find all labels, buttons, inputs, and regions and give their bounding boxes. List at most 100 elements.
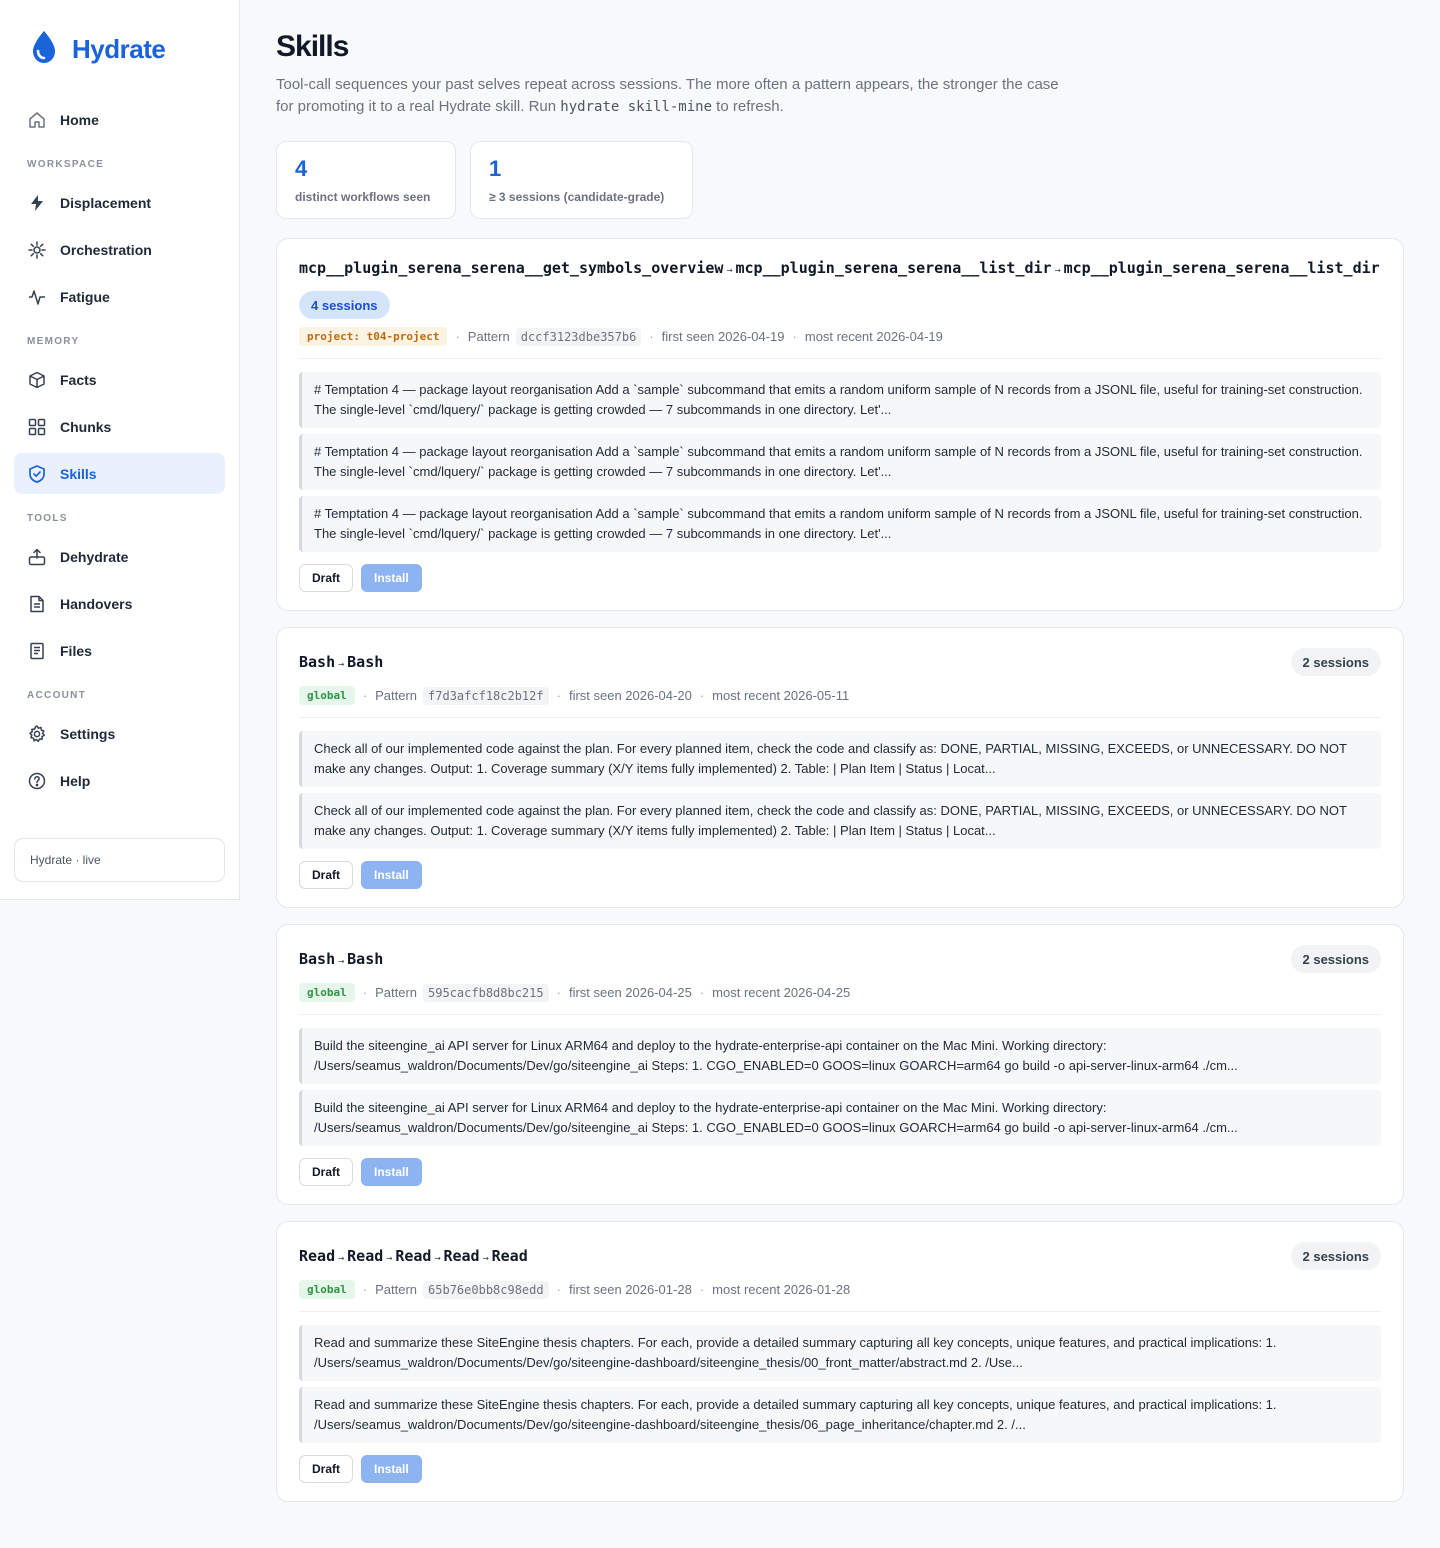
document-icon xyxy=(27,594,47,614)
brand-name: Hydrate xyxy=(72,34,166,64)
sidebar-item-files[interactable]: Files xyxy=(14,630,225,671)
brand[interactable]: Hydrate xyxy=(30,29,166,70)
stat-label: ≥ 3 sessions (candidate-grade) xyxy=(489,190,665,204)
scope-tag: global xyxy=(299,983,355,1002)
scope-tag: global xyxy=(299,686,355,705)
sidebar-item-label: Files xyxy=(60,642,92,659)
draft-button[interactable]: Draft xyxy=(299,564,354,592)
arrow-right-icon: → xyxy=(338,956,345,967)
most-recent: most recent 2026-05-11 xyxy=(712,688,850,703)
lightning-icon xyxy=(27,193,47,213)
sidebar-item-facts[interactable]: Facts xyxy=(14,359,225,400)
stat-value: 1 xyxy=(489,156,502,181)
sidebar-item-help[interactable]: Help xyxy=(14,760,225,801)
install-button[interactable]: Install xyxy=(361,861,422,889)
draft-button[interactable]: Draft xyxy=(299,1158,354,1186)
sidebar-item-label: Chunks xyxy=(60,418,112,435)
arrow-right-icon: → xyxy=(482,1253,489,1264)
install-button[interactable]: Install xyxy=(361,564,422,592)
sidebar-item-label: Settings xyxy=(60,725,116,742)
card-actions: Draft Install xyxy=(299,564,1381,592)
stat-value: 4 xyxy=(295,156,308,181)
sidebar-item-displacement[interactable]: Displacement xyxy=(14,182,225,223)
sidebar-item-fatigue[interactable]: Fatigue xyxy=(14,276,225,317)
card-meta: global · Pattern 65b76e0bb8c98edd · first see… xyxy=(299,1280,1381,1299)
arrow-right-icon: → xyxy=(726,265,733,276)
most-recent: most recent 2026-01-28 xyxy=(712,1282,851,1297)
arrow-right-icon: → xyxy=(1054,265,1061,276)
sample-prompt: # Temptation 4 — package layout reorgani… xyxy=(299,434,1381,490)
tool-sequence: Bash → Bash xyxy=(299,653,383,671)
tool-step: Bash xyxy=(299,653,336,671)
tool-sequence: mcp__plugin_serena_serena__get_symbols_o… xyxy=(299,259,1381,277)
session-count-badge: 2 sessions xyxy=(1290,1242,1381,1270)
sample-prompt: # Temptation 4 — package layout reorgani… xyxy=(299,496,1381,552)
page-title: Skills xyxy=(276,30,349,63)
card-meta: global · Pattern f7d3afcf18c2b12f · first see… xyxy=(299,686,1381,705)
sample-prompt: Build the siteengine_ai API server for L… xyxy=(299,1090,1381,1146)
first-seen: first seen 2026-04-25 xyxy=(568,985,692,1000)
pattern-label: Pattern xyxy=(375,688,418,703)
shield-check-icon xyxy=(27,464,47,484)
pattern-label: Pattern xyxy=(467,329,510,344)
sidebar-item-label: Home xyxy=(60,111,99,128)
install-button[interactable]: Install xyxy=(361,1455,422,1483)
sidebar-item-chunks[interactable]: Chunks xyxy=(14,406,225,447)
draft-button[interactable]: Draft xyxy=(299,861,354,889)
card-actions: Draft Install xyxy=(299,861,1381,889)
sidebar-item-label: Skills xyxy=(60,465,97,482)
tool-step: Read xyxy=(347,1247,384,1265)
sample-prompt: Build the siteengine_ai API server for L… xyxy=(299,1028,1381,1084)
sidebar-item-skills[interactable]: Skills xyxy=(14,453,225,494)
most-recent: most recent 2026-04-25 xyxy=(712,985,851,1000)
tool-step: Bash xyxy=(347,950,384,968)
arrow-right-icon: → xyxy=(434,1253,441,1264)
gear-icon xyxy=(27,724,47,744)
install-button[interactable]: Install xyxy=(361,1158,422,1186)
sidebar-item-label: Displacement xyxy=(60,194,152,211)
file-list-icon xyxy=(27,641,47,661)
tool-step: Bash xyxy=(299,950,336,968)
sample-prompt: Read and summarize these SiteEngine thes… xyxy=(299,1325,1381,1381)
page-subtitle: Tool-call sequences your past selves rep… xyxy=(276,76,1059,115)
home-icon xyxy=(27,110,47,130)
tool-step: Read xyxy=(443,1247,480,1265)
divider xyxy=(299,1014,1381,1015)
scope-tag: project: t04-project xyxy=(299,327,448,346)
sidebar-item-handovers[interactable]: Handovers xyxy=(14,583,225,624)
section-label-workspace: WORKSPACE xyxy=(27,158,105,170)
divider xyxy=(299,1311,1381,1312)
sidebar-item-dehydrate[interactable]: Dehydrate xyxy=(14,536,225,577)
pattern-hash: dccf3123dbe357b6 xyxy=(515,327,642,346)
card-meta: project: t04-project · Pattern dccf3123dbe3… xyxy=(299,327,1381,346)
card-meta: global · Pattern 595cacfb8d8bc215 · first see… xyxy=(299,983,1381,1002)
arrow-right-icon: → xyxy=(386,1253,393,1264)
stat-card-candidates: 1 ≥ 3 sessions (candidate-grade) xyxy=(470,141,693,219)
tool-step: Read xyxy=(395,1247,432,1265)
session-count-badge: 4 sessions xyxy=(299,291,390,319)
section-label-tools: TOOLS xyxy=(27,512,68,524)
tool-step: mcp__plugin_serena_serena__list_dir xyxy=(1063,259,1380,277)
stat-label: distinct workflows seen xyxy=(295,190,431,204)
session-count-badge: 2 sessions xyxy=(1290,648,1381,676)
sample-prompt: Check all of our implemented code agains… xyxy=(299,793,1381,849)
sparkle-icon xyxy=(27,240,47,260)
sidebar-item-orchestration[interactable]: Orchestration xyxy=(14,229,225,270)
section-label-account: ACCOUNT xyxy=(27,689,87,701)
tool-step: Read xyxy=(299,1247,336,1265)
sidebar-item-settings[interactable]: Settings xyxy=(14,713,225,754)
help-circle-icon xyxy=(27,771,47,791)
grid-icon xyxy=(27,417,47,437)
cube-icon xyxy=(27,370,47,390)
workflow-card: Bash → Bash 2 sessions global · Pattern f7d3afc… xyxy=(276,627,1404,908)
card-actions: Draft Install xyxy=(299,1455,1381,1483)
draft-button[interactable]: Draft xyxy=(299,1455,354,1483)
sidebar-item-home[interactable]: Home xyxy=(14,99,225,140)
pattern-label: Pattern xyxy=(375,1282,418,1297)
upload-tray-icon xyxy=(27,547,47,567)
arrow-right-icon: → xyxy=(338,659,345,670)
workflow-card: Bash → Bash 2 sessions global · Pattern 595cacf… xyxy=(276,924,1404,1205)
droplet-logo-icon xyxy=(30,29,58,70)
most-recent: most recent 2026-04-19 xyxy=(804,329,943,344)
section-label-memory: MEMORY xyxy=(27,335,80,347)
